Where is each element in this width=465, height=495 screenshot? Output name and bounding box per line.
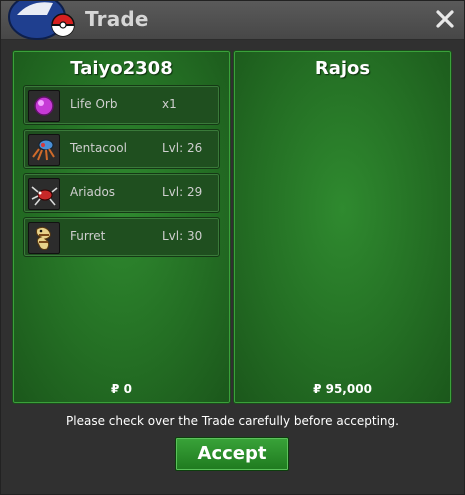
trade-content: Taiyo2308 Life Orb x1 Tentacool Lvl: 26 … [1, 40, 464, 494]
item-level: Lvl: 26 [162, 141, 203, 155]
close-icon[interactable] [434, 8, 456, 30]
right-trade-panel: Rajos ₽ 95,000 [233, 50, 452, 404]
right-player-name: Rajos [314, 58, 371, 79]
window-title: Trade [85, 7, 149, 31]
furret-icon [28, 222, 60, 254]
ariados-icon [28, 178, 60, 210]
trade-item-ariados[interactable]: Ariados Lvl: 29 [23, 173, 220, 213]
right-money-amount: ₽ 95,000 [313, 382, 372, 396]
life-orb-icon [28, 90, 60, 122]
item-level: Lvl: 30 [162, 229, 203, 243]
item-name: Life Orb [70, 97, 118, 111]
trade-notice: Please check over the Trade carefully be… [66, 414, 399, 428]
trade-item-life-orb[interactable]: Life Orb x1 [23, 85, 220, 125]
left-player-name: Taiyo2308 [70, 58, 173, 79]
accept-button[interactable]: Accept [175, 437, 289, 471]
trade-item-furret[interactable]: Furret Lvl: 30 [23, 217, 220, 257]
item-quantity: x1 [162, 97, 177, 111]
item-level: Lvl: 29 [162, 185, 203, 199]
trade-item-tentacool[interactable]: Tentacool Lvl: 26 [23, 129, 220, 169]
pokeball-logo-icon [8, 1, 75, 40]
title-bar[interactable]: Trade [1, 1, 464, 40]
item-name: Furret [70, 229, 106, 243]
item-name: Ariados [70, 185, 116, 199]
tentacool-icon [28, 134, 60, 166]
item-name: Tentacool [70, 141, 127, 155]
left-money-amount: ₽ 0 [111, 382, 132, 396]
left-item-list: Life Orb x1 Tentacool Lvl: 26 Ariados Lv… [23, 85, 220, 261]
trade-window: Trade Taiyo2308 Life Orb x1 Tentacool Lv… [0, 0, 465, 495]
left-trade-panel: Taiyo2308 Life Orb x1 Tentacool Lvl: 26 … [12, 50, 231, 404]
